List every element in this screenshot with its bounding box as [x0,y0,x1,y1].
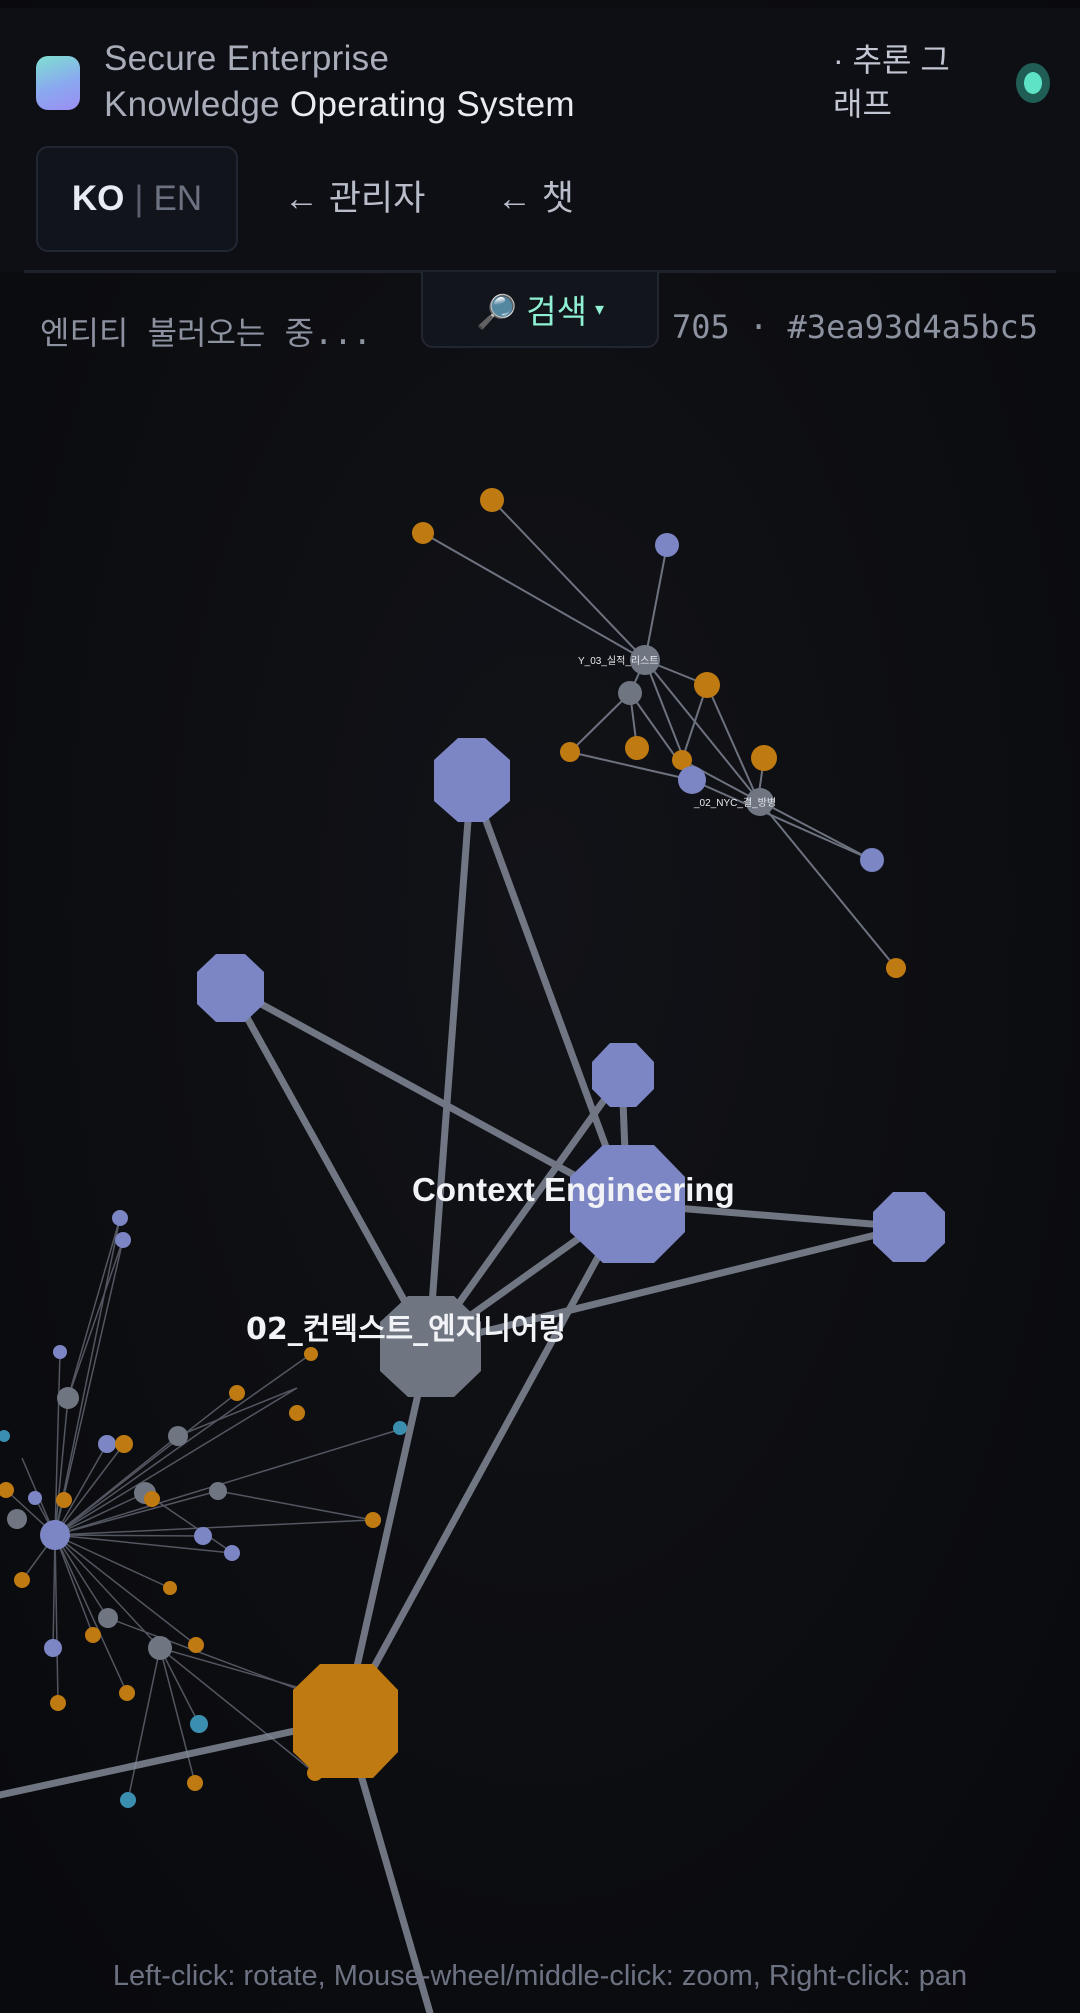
graph-label-context-engineering: Context Engineering [412,1171,735,1208]
language-toggle[interactable]: KO | EN [36,146,238,252]
controls-hint: Left-click: rotate, Mouse-wheel/middle-c… [112,1960,968,1992]
node-concept-top [434,738,510,822]
graph-label-context-engineering-kr: 02_컨텍스트_엔지니어링 [246,1312,566,1347]
app-title-line1: Secure Enterprise [104,39,390,78]
app-header: Secure Enterprise Knowledge Operating Sy… [0,8,1080,272]
connection-status-indicator [1016,63,1050,103]
app-title-operating-system: Operating System [289,85,575,124]
node-entity-main [293,1664,398,1778]
graph-label-small-2: _02_NYC_결_방병 [693,797,776,809]
app-logo-icon [36,56,80,110]
node-concept-right [873,1192,945,1262]
app-title: Secure Enterprise Knowledge Operating Sy… [104,36,575,128]
lang-separator: | [134,179,144,218]
chat-back-link[interactable]: ← 챗 [497,170,574,221]
loading-status-text: 엔티티 불러오는 중... [40,314,372,352]
graph-stats-text: E 705 · #3ea93d4a5bc5 [633,308,1038,346]
graph-label-small-1: Y_03_실적_리스트 [578,655,658,667]
page-subtitle: · 추론 그래프 [833,42,950,122]
admin-back-link[interactable]: ← 관리자 [284,170,425,221]
search-label: 🔎 검색 [475,293,587,330]
node-concept-mid [592,1043,654,1107]
lang-en-option[interactable]: EN [153,179,202,219]
app-title-line2: Knowledge Operating System [104,82,575,128]
chevron-down-icon: ▾ [594,298,605,319]
app-title-knowledge: Knowledge [104,85,280,124]
node-concept-left [197,954,264,1022]
search-dropdown-button[interactable]: 🔎 검색 ▾ [421,272,659,348]
lang-ko-option[interactable]: KO [72,179,125,219]
